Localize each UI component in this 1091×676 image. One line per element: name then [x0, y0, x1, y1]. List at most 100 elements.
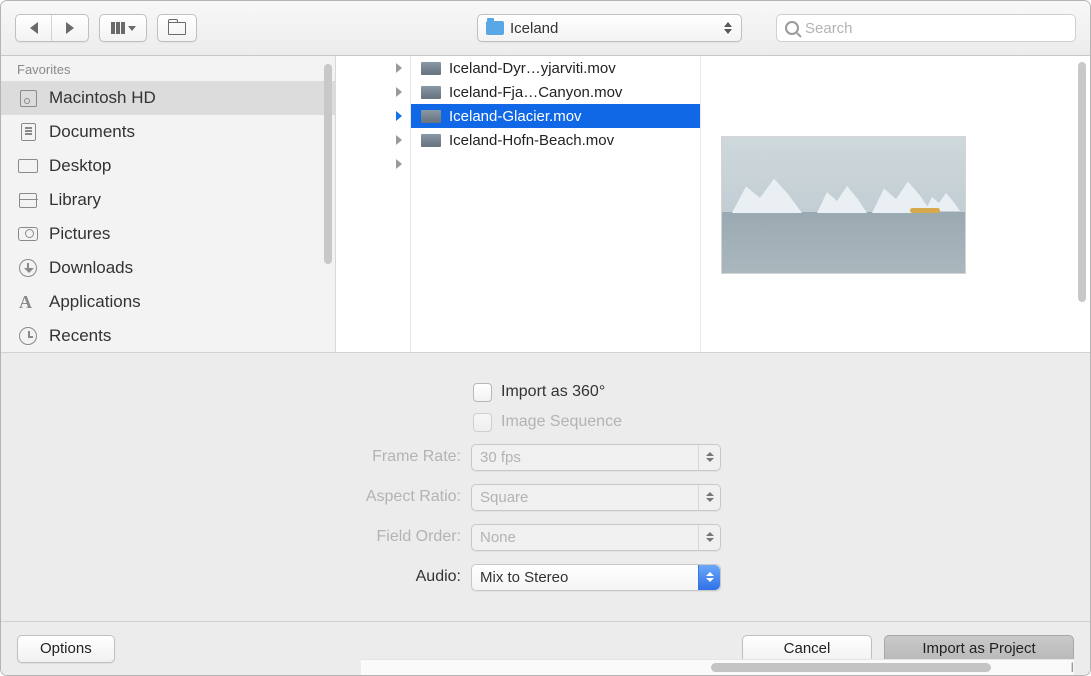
triangle-right-icon [396, 111, 402, 121]
scrollbar-thumb[interactable] [711, 663, 991, 672]
options-button[interactable]: Options [17, 635, 115, 663]
updown-icon [698, 445, 720, 470]
triangle-right-icon [396, 159, 402, 169]
audio-popup[interactable]: Mix to Stereo [471, 564, 721, 591]
triangle-right-icon [396, 135, 402, 145]
file-row[interactable]: Iceland-Glacier.mov [411, 104, 700, 128]
scrollbar-vertical[interactable] [1078, 62, 1086, 302]
movie-thumb-icon [421, 86, 441, 99]
file-name: Iceland-Hofn-Beach.mov [449, 132, 614, 149]
file-row[interactable]: Iceland-Dyr…yjarviti.mov [411, 56, 700, 80]
import-360-checkbox[interactable] [473, 383, 492, 402]
chevron-right-icon [66, 22, 74, 34]
cam-icon [17, 225, 39, 243]
field-order-popup: None [471, 524, 721, 551]
audio-label: Audio: [1, 568, 471, 586]
import-360-checkbox-row: Import as 360° [1, 377, 1090, 407]
file-row[interactable]: Iceland-Fja…Canyon.mov [411, 80, 700, 104]
nav-back-forward [15, 14, 89, 42]
search-field[interactable] [776, 14, 1076, 42]
sidebar-item-label: Recents [49, 326, 111, 346]
column-view: Iceland-Dyr…yjarviti.mov Iceland-Fja…Cany… [336, 56, 1090, 352]
parent-row[interactable] [336, 104, 410, 128]
sidebar: Favorites Macintosh HD Documents Desktop Li… [1, 56, 336, 352]
scrollbar-horizontal[interactable]: || [361, 659, 1074, 675]
triangle-right-icon [396, 63, 402, 73]
aspect-ratio-value: Square [480, 489, 528, 506]
sidebar-section-header: Favorites [1, 56, 335, 81]
framerate-popup: 30 fps [471, 444, 721, 471]
file-row[interactable]: Iceland-Hofn-Beach.mov [411, 128, 700, 152]
image-sequence-checkbox [473, 413, 492, 432]
preview-thumbnail [721, 136, 966, 274]
columns-icon [111, 22, 125, 34]
file-name: Iceland-Fja…Canyon.mov [449, 84, 622, 101]
sidebar-item-label: Downloads [49, 258, 133, 278]
hd-icon [17, 89, 39, 107]
parent-row[interactable] [336, 128, 410, 152]
search-input[interactable] [805, 20, 1067, 37]
browser-area: Favorites Macintosh HD Documents Desktop Li… [1, 56, 1090, 352]
field-order-value: None [480, 529, 516, 546]
sidebar-item-desktop[interactable]: Desktop [1, 149, 335, 183]
sidebar-item-label: Pictures [49, 224, 110, 244]
movie-thumb-icon [421, 110, 441, 123]
import-options-panel: Import as 360° Image Sequence Frame Rate… [1, 352, 1090, 621]
sidebar-item-downloads[interactable]: Downloads [1, 251, 335, 285]
parent-row[interactable] [336, 152, 410, 176]
view-mode-button[interactable] [99, 14, 147, 42]
search-icon [785, 21, 799, 35]
updown-icon [698, 525, 720, 550]
movie-thumb-icon [421, 62, 441, 75]
triangle-right-icon [396, 87, 402, 97]
sidebar-list: Macintosh HD Documents Desktop Library Pictu… [1, 81, 335, 352]
chevron-down-icon [128, 26, 136, 31]
sidebar-item-library[interactable]: Library [1, 183, 335, 217]
sidebar-item-label: Library [49, 190, 101, 210]
import-dialog: Iceland Favorites Macintosh HD Documents D… [0, 0, 1091, 676]
path-label: Iceland [510, 20, 717, 37]
forward-button[interactable] [52, 15, 88, 41]
resize-grip-icon: || [1071, 662, 1072, 673]
sidebar-item-label: Documents [49, 122, 135, 142]
preview-column [701, 56, 1090, 352]
group-button[interactable] [157, 14, 197, 42]
folder-icon [168, 22, 186, 35]
toolbar: Iceland [1, 1, 1090, 56]
folder-icon [486, 21, 504, 35]
file-column: Iceland-Dyr…yjarviti.mov Iceland-Fja…Cany… [411, 56, 701, 352]
parent-row[interactable] [336, 80, 410, 104]
path-popup[interactable]: Iceland [477, 14, 742, 42]
lib-icon [17, 191, 39, 209]
image-sequence-checkbox-row: Image Sequence [1, 407, 1090, 437]
updown-icon [698, 565, 720, 590]
aspect-ratio-popup: Square [471, 484, 721, 511]
back-button[interactable] [16, 15, 52, 41]
updown-icon [698, 485, 720, 510]
sidebar-item-macintosh-hd[interactable]: Macintosh HD [1, 81, 335, 115]
updown-icon [723, 20, 733, 36]
doc-icon [17, 123, 39, 141]
sidebar-item-pictures[interactable]: Pictures [1, 217, 335, 251]
sidebar-item-label: Applications [49, 292, 141, 312]
sidebar-item-applications[interactable]: A Applications [1, 285, 335, 319]
parent-row[interactable] [336, 56, 410, 80]
dl-icon [17, 259, 39, 277]
framerate-value: 30 fps [480, 449, 521, 466]
app-icon: A [17, 293, 39, 311]
image-sequence-label: Image Sequence [501, 413, 622, 431]
sidebar-item-recents[interactable]: Recents [1, 319, 335, 352]
sidebar-item-documents[interactable]: Documents [1, 115, 335, 149]
framerate-label: Frame Rate: [1, 448, 471, 466]
scrollbar-vertical[interactable] [324, 64, 332, 264]
file-name: Iceland-Dyr…yjarviti.mov [449, 60, 616, 77]
movie-thumb-icon [421, 134, 441, 147]
rec-icon [17, 327, 39, 345]
import-360-label: Import as 360° [501, 383, 605, 401]
aspect-ratio-label: Aspect Ratio: [1, 488, 471, 506]
audio-value: Mix to Stereo [480, 569, 568, 586]
parent-column [336, 56, 411, 352]
desk-icon [17, 157, 39, 175]
sidebar-item-label: Macintosh HD [49, 88, 156, 108]
field-order-label: Field Order: [1, 528, 471, 546]
